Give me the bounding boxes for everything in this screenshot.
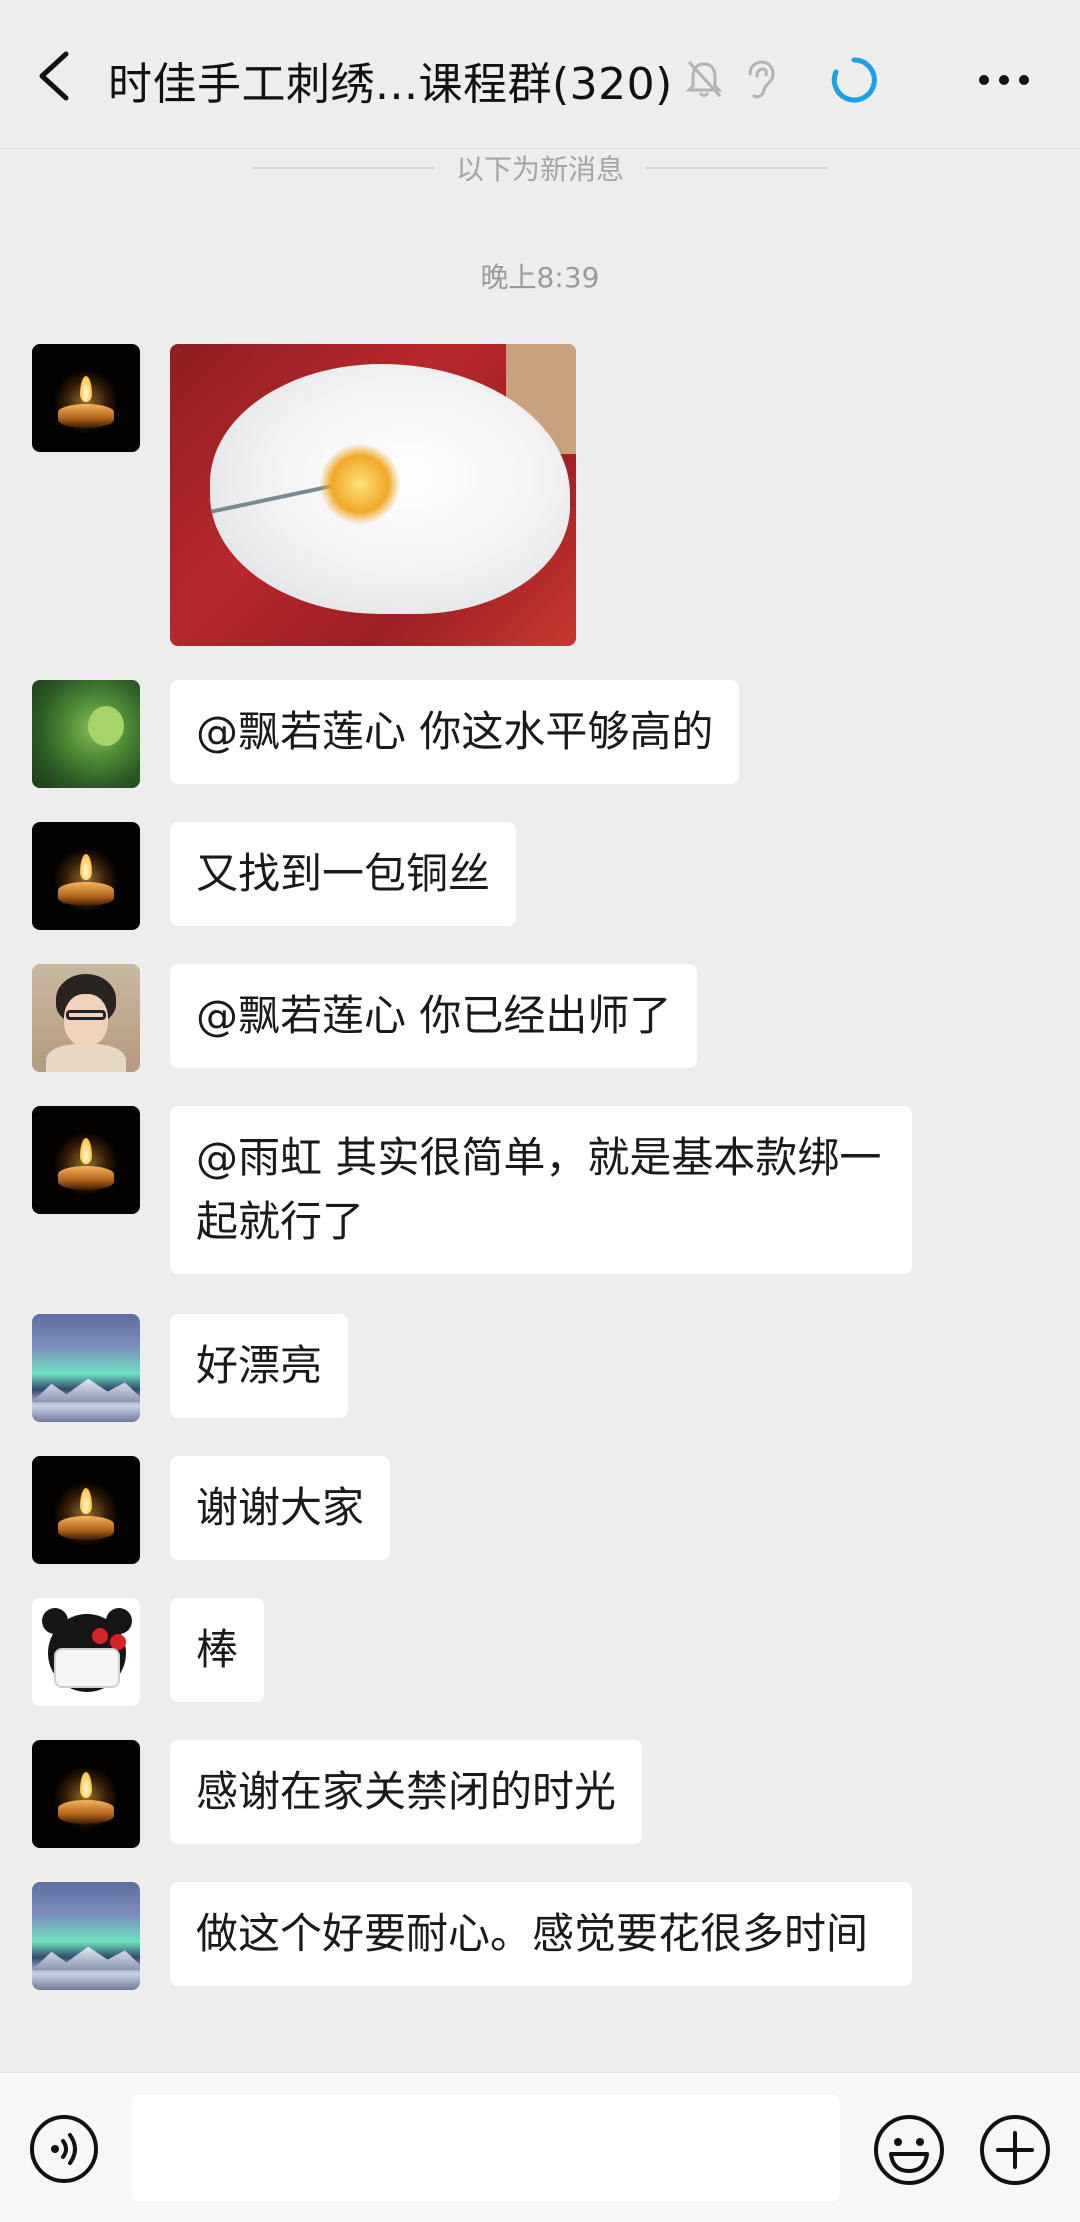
image-message[interactable]	[170, 344, 576, 646]
ear-icon	[748, 60, 775, 99]
message-bubble[interactable]: 谢谢大家	[170, 1456, 391, 1560]
timestamp: 晚上8:39	[480, 261, 600, 294]
avatar[interactable]	[32, 680, 140, 788]
voice-icon[interactable]	[28, 2113, 100, 2185]
message-bubble[interactable]: 好漂亮	[170, 1314, 349, 1418]
message-input[interactable]	[132, 2095, 840, 2201]
avatar[interactable]	[32, 1314, 140, 1422]
avatar[interactable]	[32, 964, 140, 1072]
message-bubble[interactable]: @雨虹 其实很简单，就是基本款绑一起就行了	[170, 1106, 912, 1274]
mute-bell-icon	[685, 60, 723, 98]
divider-line	[251, 167, 434, 169]
avatar[interactable]	[32, 1740, 140, 1848]
emoji-icon[interactable]	[872, 2113, 946, 2187]
message-bubble[interactable]: 又找到一包铜丝	[170, 822, 517, 926]
message-bubble[interactable]: @飘若莲心 你已经出师了	[170, 964, 698, 1068]
avatar[interactable]	[32, 822, 140, 930]
divider-line	[646, 167, 828, 169]
message-bubble[interactable]: @飘若莲心 你这水平够高的	[170, 680, 740, 784]
message-bubble[interactable]: 做这个好要耐心。感觉要花很多时间	[170, 1882, 912, 1986]
divider-text: 以下为新消息	[455, 153, 624, 186]
chat-screen: 时佳手工刺绣...课程群(320) 以下为新消息 晚上8:39 @飘若莲心 你这…	[0, 0, 1080, 2222]
avatar[interactable]	[32, 344, 140, 452]
avatar[interactable]	[32, 1598, 140, 1706]
new-messages-divider: 以下为新消息	[0, 148, 1080, 188]
avatar[interactable]	[32, 1106, 140, 1214]
message-bubble[interactable]: 感谢在家关禁闭的时光	[170, 1740, 643, 1844]
loading-spinner-icon	[831, 57, 877, 103]
chat-header: 时佳手工刺绣...课程群(320)	[0, 0, 1080, 149]
avatar[interactable]	[32, 1456, 140, 1564]
message-bubble[interactable]: 棒	[170, 1598, 265, 1702]
more-icon[interactable]	[976, 62, 1032, 98]
back-arrow-icon[interactable]	[30, 46, 84, 106]
input-bar	[0, 2072, 1080, 2222]
chat-title: 时佳手工刺绣...课程群(320)	[108, 59, 673, 110]
plus-icon[interactable]	[978, 2113, 1052, 2187]
avatar[interactable]	[32, 1882, 140, 1990]
